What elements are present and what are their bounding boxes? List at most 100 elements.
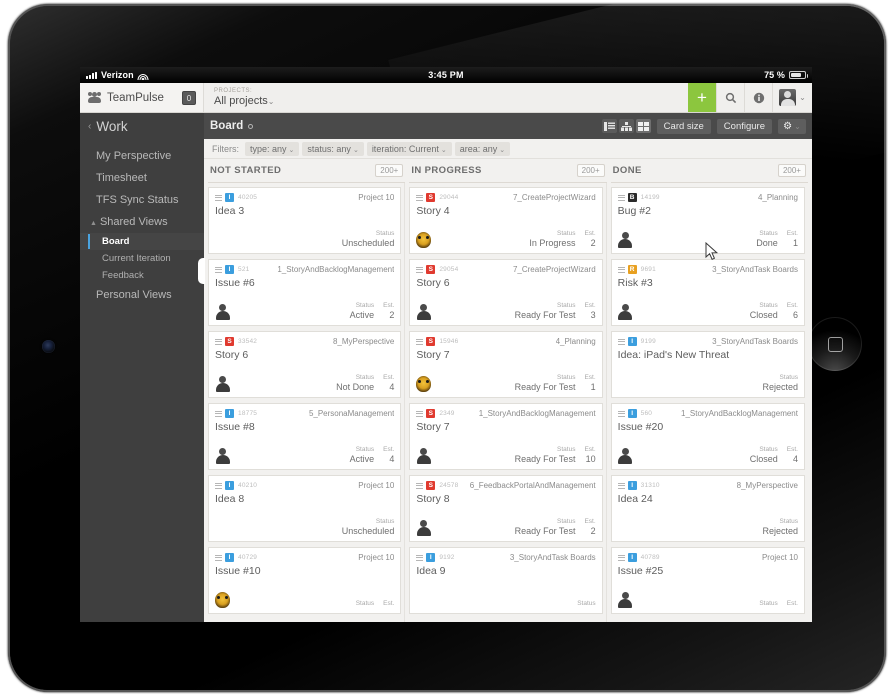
- board-card[interactable]: S 29054 7_CreateProjectWizard Story 6 Status…: [409, 259, 603, 326]
- card-estimate: Est.: [787, 600, 798, 608]
- settings-button[interactable]: ⚙ ⌄: [778, 118, 806, 134]
- drag-handle-icon[interactable]: [617, 266, 625, 273]
- card-project: 8_MyPerspective: [736, 481, 798, 490]
- card-meta: Status Ready For Test Est. 2: [515, 518, 596, 536]
- board-card[interactable]: I 9192 3_StoryAndTask Boards Idea 9 Status: [409, 547, 603, 614]
- sidebar-item-my-perspective[interactable]: My Perspective: [80, 145, 204, 167]
- avatar[interactable]: [215, 304, 230, 320]
- board-card[interactable]: B 14199 4_Planning Bug #2 Status Done Est. 1: [610, 187, 805, 254]
- card-title: Issue #25: [617, 565, 664, 577]
- work-section-header[interactable]: ‹ Work: [80, 113, 204, 139]
- card-type-badge: S: [426, 265, 436, 274]
- drag-handle-icon[interactable]: [617, 338, 625, 345]
- board-card[interactable]: I 31310 8_MyPerspective Idea 24 Status Reject…: [610, 475, 805, 542]
- board-card[interactable]: I 521 1_StoryAndBacklogManagement Issue #6 S…: [208, 259, 402, 326]
- card-status: Status Ready For Test: [515, 374, 576, 392]
- board-card[interactable]: I 560 1_StoryAndBacklogManagement Issue #20…: [610, 403, 805, 470]
- drag-handle-icon[interactable]: [416, 554, 424, 561]
- card-estimate-value: 10: [585, 454, 596, 464]
- drag-handle-icon[interactable]: [215, 410, 222, 417]
- card-title: Issue #10: [215, 565, 261, 577]
- board-card[interactable]: I 40210 Project 10 Idea 8 Status Unscheduled: [208, 475, 402, 542]
- card-status-label: Status: [759, 600, 778, 607]
- board-card[interactable]: I 9199 3_StoryAndTask Boards Idea: iPad's N…: [610, 331, 805, 398]
- configure-button[interactable]: Configure: [716, 118, 772, 134]
- avatar[interactable]: [416, 232, 432, 248]
- board-card[interactable]: S 2349 1_StoryAndBacklogManagement Story 7 S…: [409, 403, 603, 470]
- card-id: 40205: [238, 194, 258, 201]
- drag-handle-icon[interactable]: [215, 482, 222, 489]
- search-icon[interactable]: [716, 83, 744, 112]
- drag-handle-icon[interactable]: [617, 410, 625, 417]
- avatar[interactable]: [416, 448, 431, 464]
- drag-handle-icon[interactable]: [215, 266, 222, 273]
- board-card[interactable]: S 29044 7_CreateProjectWizard Story 4 Status…: [409, 187, 603, 254]
- avatar[interactable]: [215, 592, 230, 608]
- drag-handle-icon[interactable]: [416, 482, 424, 489]
- card-estimate: Est. 10: [584, 446, 595, 464]
- brand-area[interactable]: TeamPulse 0: [80, 83, 204, 112]
- sidebar-item-timesheet[interactable]: Timesheet: [80, 167, 204, 189]
- ipad-screen: Verizon 3:45 PM 75 % TeamPulse 0 PROJECT…: [80, 67, 812, 622]
- avatar[interactable]: [416, 520, 431, 536]
- sidebar-item-personal-views[interactable]: Personal Views: [80, 284, 204, 306]
- board-card[interactable]: I 40729 Project 10 Issue #10 Status Est.: [208, 547, 402, 614]
- sidebar-item-current-iteration[interactable]: Current Iteration: [80, 250, 204, 267]
- home-button[interactable]: [808, 317, 862, 371]
- drag-handle-icon[interactable]: [416, 194, 424, 201]
- avatar[interactable]: [215, 376, 230, 392]
- avatar[interactable]: [215, 448, 230, 464]
- drag-handle-icon[interactable]: [416, 266, 424, 273]
- drag-handle-icon[interactable]: [215, 554, 222, 561]
- drag-handle-icon[interactable]: [416, 410, 424, 417]
- column-count-badge: 200+: [576, 164, 605, 177]
- board-card[interactable]: I 40205 Project 10 Idea 3 Status Unscheduled: [208, 187, 402, 254]
- card-footer: Status Est.: [215, 592, 394, 608]
- sidebar-group-shared-views[interactable]: ▲ Shared Views: [80, 211, 204, 233]
- card-size-button[interactable]: Card size: [656, 118, 711, 134]
- board-card[interactable]: R 9691 3_StoryAndTask Boards Risk #3 Status C…: [610, 259, 805, 326]
- column-card-list[interactable]: I 40205 Project 10 Idea 3 Status Unscheduled I…: [208, 183, 406, 622]
- avatar[interactable]: [416, 376, 432, 392]
- board-card[interactable]: I 40789 Project 10 Issue #25 Status Est.: [610, 547, 805, 614]
- list-view-icon[interactable]: [601, 119, 617, 133]
- board-card[interactable]: S 33542 8_MyPerspective Story 6 Status Not Do…: [208, 331, 402, 398]
- add-button[interactable]: +: [688, 83, 716, 112]
- avatar[interactable]: [618, 448, 633, 464]
- drag-handle-icon[interactable]: [617, 482, 625, 489]
- drag-handle-icon[interactable]: [215, 194, 222, 201]
- board-column: DONE 200+ B 14199 4_Planning Bug #2 Status Done…: [610, 159, 808, 622]
- column-card-list[interactable]: B 14199 4_Planning Bug #2 Status Done Est. 1 R 96…: [610, 183, 808, 622]
- hierarchy-view-icon[interactable]: [618, 119, 634, 133]
- drag-handle-icon[interactable]: [215, 338, 222, 345]
- board-view-icon[interactable]: [635, 119, 651, 133]
- board-card[interactable]: S 15946 4_Planning Story 7 Status Ready For T…: [409, 331, 603, 398]
- filter-chip-area[interactable]: area: any ⌄: [454, 141, 511, 156]
- avatar[interactable]: [618, 304, 633, 320]
- filter-chip-type[interactable]: type: any ⌄: [245, 141, 300, 156]
- board-card[interactable]: S 24578 6_FeedbackPortalAndManagement Story…: [409, 475, 603, 542]
- avatar[interactable]: [618, 592, 633, 608]
- sidebar-item-board[interactable]: Board: [80, 233, 204, 250]
- user-menu[interactable]: ⌄: [772, 83, 812, 112]
- filter-chip-iteration[interactable]: iteration: Current ⌄: [366, 141, 452, 156]
- back-chevron-icon[interactable]: ‹: [88, 121, 91, 132]
- sidebar-collapse-handle[interactable]: [198, 258, 205, 284]
- board-card[interactable]: I 18775 5_PersonaManagement Issue #8 Status A…: [208, 403, 402, 470]
- drag-handle-icon[interactable]: [617, 554, 625, 561]
- notification-badge[interactable]: 0: [182, 90, 196, 105]
- card-status-value: Done: [756, 238, 778, 248]
- drag-handle-icon[interactable]: [416, 338, 424, 345]
- column-card-list[interactable]: S 29044 7_CreateProjectWizard Story 4 Status…: [409, 183, 607, 622]
- drag-handle-icon[interactable]: [617, 194, 625, 201]
- project-selector[interactable]: PROJECTS: All projects⌄: [204, 83, 688, 112]
- avatar[interactable]: [618, 232, 633, 248]
- sidebar-item-feedback[interactable]: Feedback: [80, 267, 204, 284]
- avatar[interactable]: [416, 304, 431, 320]
- card-title: Story 6: [416, 277, 450, 289]
- sidebar-item-tfs-sync-status[interactable]: TFS Sync Status: [80, 189, 204, 211]
- refresh-icon[interactable]: [248, 123, 254, 129]
- card-project: 7_CreateProjectWizard: [512, 265, 596, 274]
- info-icon[interactable]: [744, 83, 772, 112]
- filter-chip-status[interactable]: status: any ⌄: [302, 141, 364, 156]
